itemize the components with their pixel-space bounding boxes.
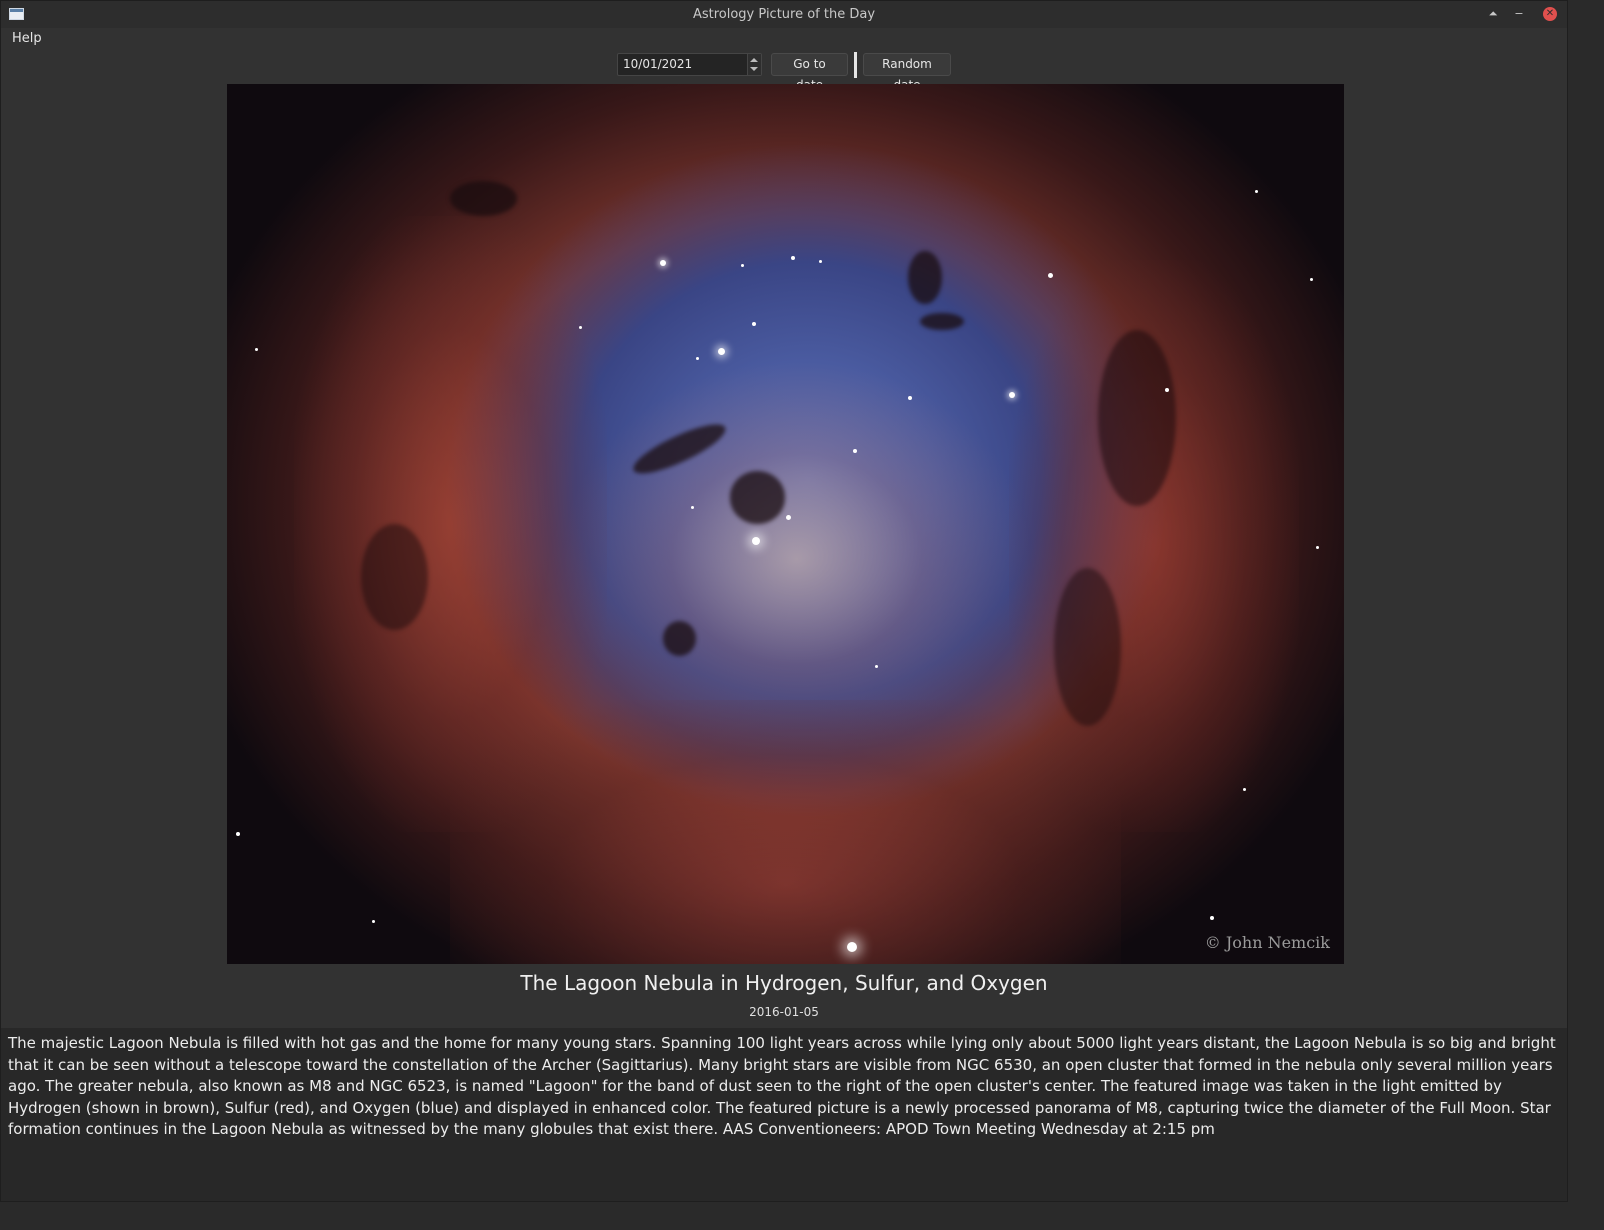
title-bar[interactable]: Astrology Picture of the Day ⏶ − ✕ [1, 1, 1567, 29]
app-window: Astrology Picture of the Day ⏶ − ✕ Help … [0, 0, 1568, 1202]
close-icon[interactable]: ✕ [1543, 7, 1557, 21]
dust-lane [628, 415, 731, 483]
date-spinner[interactable] [747, 54, 761, 75]
star [1008, 392, 1015, 398]
keep-above-icon[interactable]: ⏶ [1485, 6, 1501, 22]
star [874, 664, 878, 668]
star [235, 832, 240, 836]
dust-lane [662, 620, 697, 656]
star [819, 260, 822, 263]
star [751, 321, 756, 326]
star [1209, 915, 1214, 920]
date-input-value[interactable]: 10/01/2021 [623, 57, 692, 71]
dust-lane [361, 524, 429, 630]
star [1254, 189, 1258, 193]
nebula-glow-bottom [450, 700, 1121, 964]
dust-lane [1098, 330, 1177, 507]
random-date-button[interactable]: Random date [863, 53, 951, 92]
dust-lane [729, 471, 786, 524]
apod-image: © John Nemcik [227, 84, 1344, 964]
star [254, 348, 258, 351]
star [740, 264, 744, 268]
star [1165, 387, 1170, 392]
star [852, 449, 857, 454]
star [751, 537, 760, 546]
star [718, 348, 726, 355]
star [791, 255, 796, 260]
star [578, 326, 582, 329]
dust-lane [919, 312, 965, 331]
minimize-icon[interactable]: − [1511, 6, 1527, 22]
go-to-date-button[interactable]: Go to date [771, 53, 848, 92]
date-input[interactable]: 10/01/2021 [617, 53, 762, 76]
window-title: Astrology Picture of the Day [692, 7, 876, 22]
spin-down-icon[interactable] [750, 67, 758, 71]
dust-lane [1053, 568, 1121, 727]
star [1310, 277, 1314, 281]
star [660, 260, 667, 266]
picture-description: The majestic Lagoon Nebula is filled wit… [1, 1028, 1567, 1201]
image-watermark: © John Nemcik [1204, 933, 1330, 952]
picture-title: The Lagoon Nebula in Hydrogen, Sulfur, a… [520, 971, 1048, 995]
toolbar-separator [854, 52, 857, 78]
dust-lane [450, 180, 518, 216]
star [1316, 546, 1320, 549]
star [696, 356, 700, 360]
dust-lane [908, 251, 942, 304]
star [372, 920, 376, 923]
picture-date: 2016-01-05 [749, 1005, 819, 1019]
date-toolbar: 10/01/2021 Go to date Random date [1, 50, 1567, 92]
star [846, 942, 857, 952]
star [785, 515, 791, 521]
spin-up-icon[interactable] [750, 58, 758, 62]
menu-bar: Help [1, 28, 1567, 50]
star [908, 396, 913, 401]
star [690, 506, 694, 510]
menu-help[interactable]: Help [7, 30, 47, 47]
